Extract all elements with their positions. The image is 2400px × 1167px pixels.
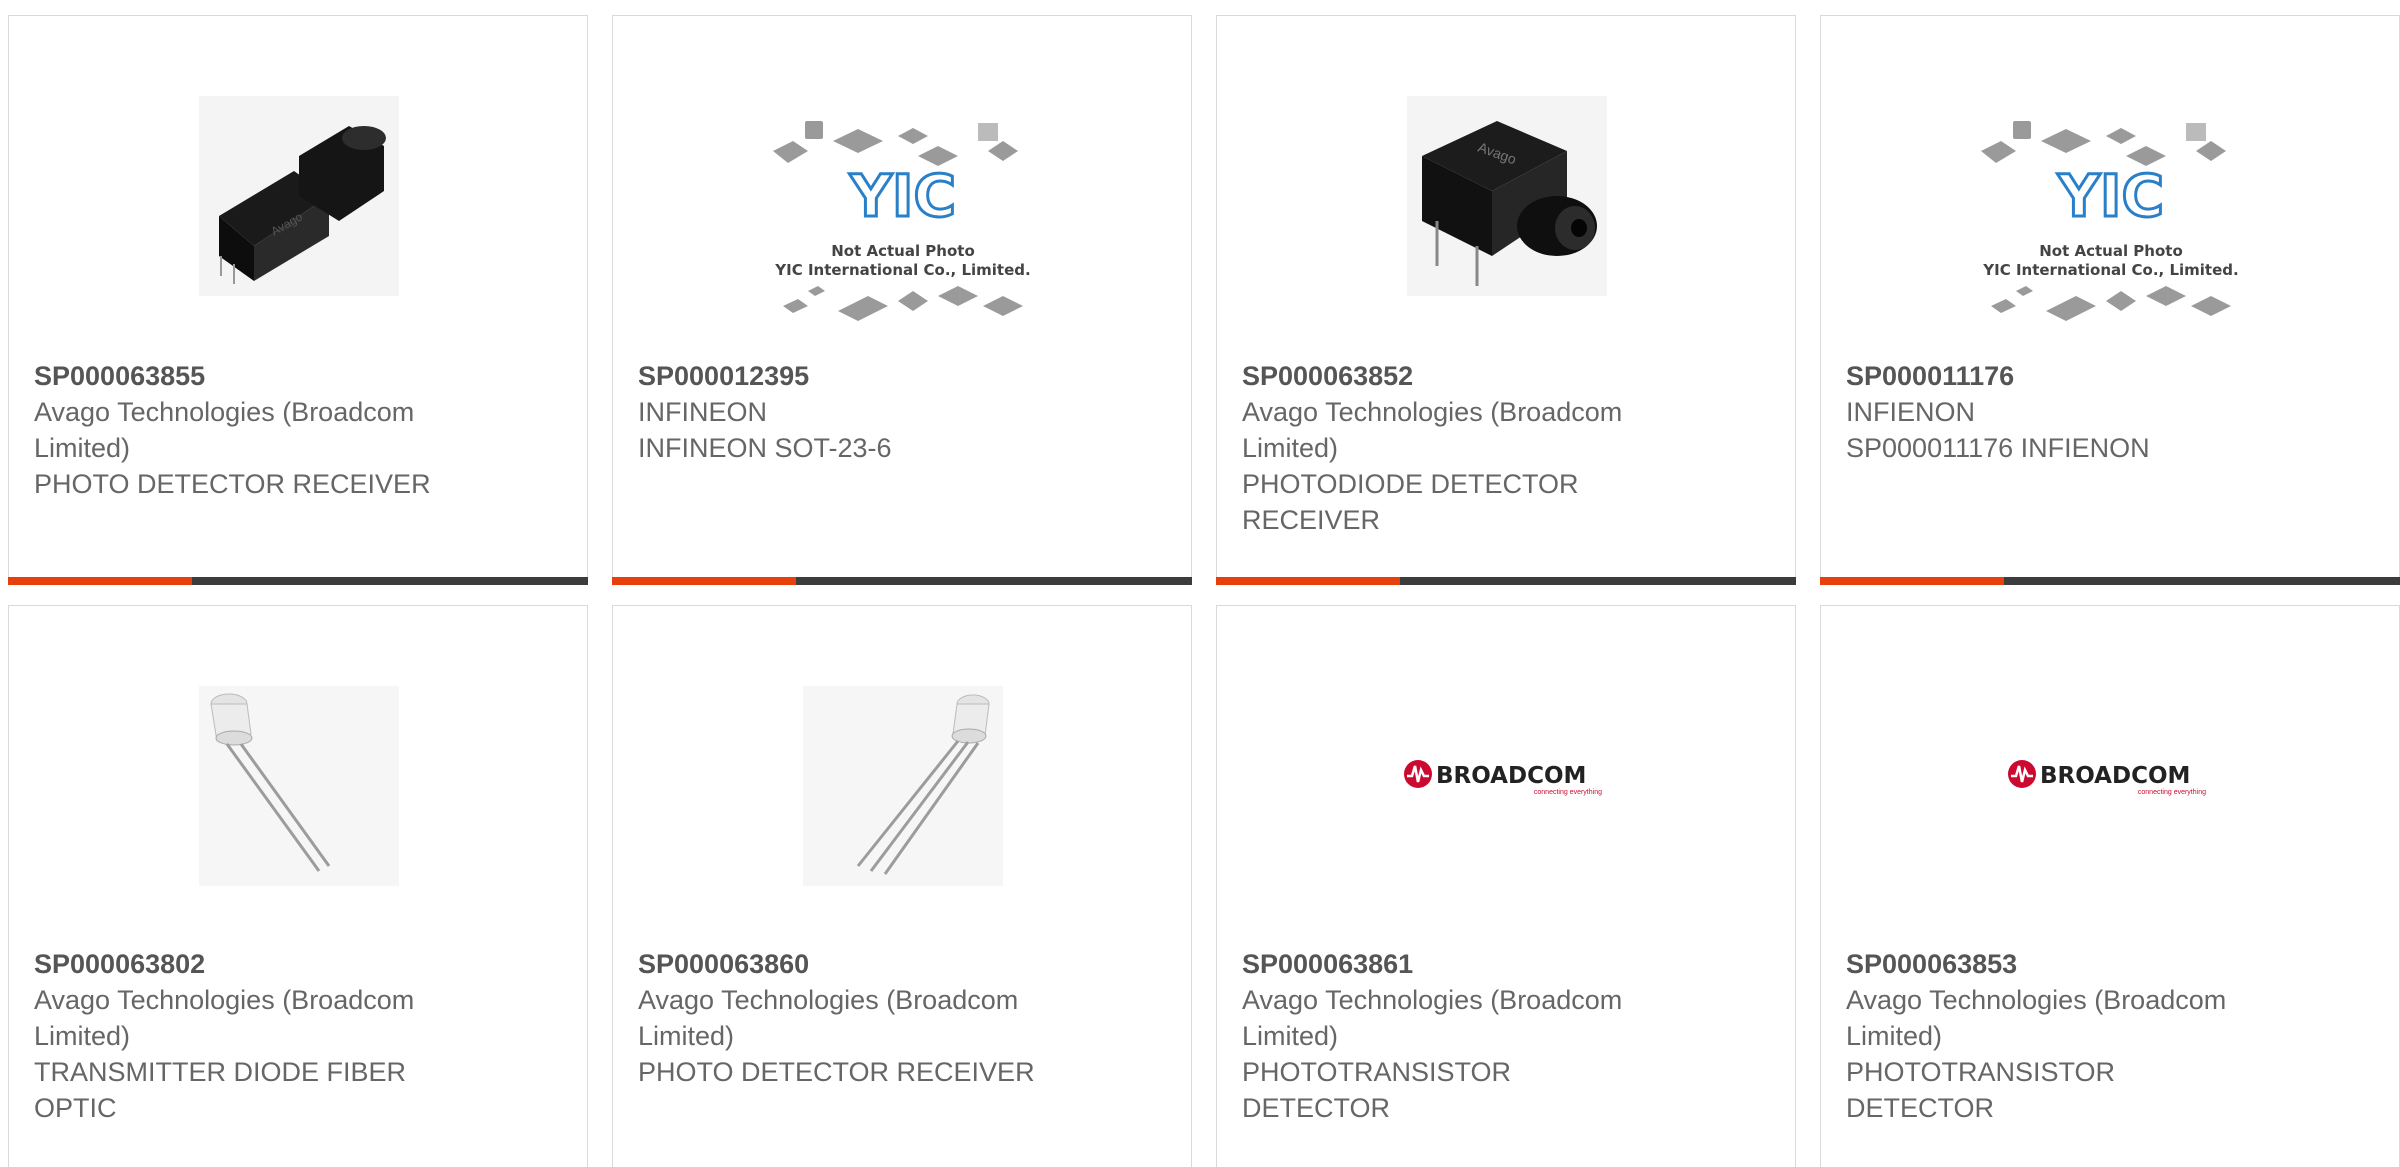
description: TRANSMITTER DIODE FIBER	[34, 1057, 407, 1087]
placeholder-line2: YIC International Co., Limited.	[774, 261, 1030, 279]
card-footer-accent	[612, 577, 796, 585]
black-receiver-photo-icon: Avago	[199, 96, 399, 296]
product-card[interactable]: Avago SP000063855 Avago Technologies (Br…	[8, 15, 588, 585]
manufacturer: Avago Technologies (Broadcom	[638, 985, 1019, 1015]
product-info: SP000063855 Avago Technologies (Broadcom…	[34, 358, 494, 502]
placeholder-line1: Not Actual Photo	[2039, 242, 2183, 260]
description: PHOTO DETECTOR RECEIVER	[638, 1057, 1035, 1087]
part-number[interactable]: SP000063853	[1846, 946, 2306, 982]
product-card[interactable]: SP000063860 Avago Technologies (Broadcom…	[612, 605, 1192, 1167]
product-info: SP000063852 Avago Technologies (Broadcom…	[1242, 358, 1702, 538]
yic-logo: YIC	[2057, 162, 2164, 230]
broadcom-logo-icon: BROADCOM connecting everything	[2008, 760, 2206, 796]
broadcom-name: BROADCOM	[1436, 763, 1586, 789]
product-image[interactable]	[189, 676, 409, 896]
yic-placeholder-icon: YIC Not Actual Photo YIC International C…	[773, 121, 1031, 321]
card-footer-bar	[8, 577, 588, 585]
manufacturer-cont: Limited)	[34, 433, 131, 463]
clear-led-photo-icon	[199, 686, 399, 886]
part-number[interactable]: SP000063852	[1242, 358, 1702, 394]
part-number[interactable]: SP000063855	[34, 358, 494, 394]
product-image[interactable]: Avago	[189, 86, 409, 306]
manufacturer-cont: Limited)	[1846, 1021, 1943, 1051]
description-cont: DETECTOR	[1242, 1093, 1391, 1123]
black-detector-photo-icon: Avago	[1407, 96, 1607, 296]
part-number[interactable]: SP000063860	[638, 946, 1098, 982]
product-info: SP000063853 Avago Technologies (Broadcom…	[1846, 946, 2306, 1126]
card-footer-bar	[1216, 577, 1796, 585]
product-info: SP000011176 INFIENON SP000011176 INFIENO…	[1846, 358, 2306, 466]
broadcom-tagline: connecting everything	[2138, 789, 2206, 796]
card-footer-bar	[1820, 577, 2400, 585]
product-image[interactable]: Avago	[1397, 86, 1617, 306]
product-card[interactable]: BROADCOM connecting everything SP0000638…	[1820, 605, 2400, 1167]
product-info: SP000063861 Avago Technologies (Broadcom…	[1242, 946, 1702, 1126]
placeholder-line1: Not Actual Photo	[831, 242, 975, 260]
product-card[interactable]: Avago SP000063852 Avago Technologies (Br…	[1216, 15, 1796, 585]
product-card[interactable]: YIC Not Actual Photo YIC International C…	[612, 15, 1192, 585]
product-image[interactable]: BROADCOM connecting everything	[1397, 746, 1617, 806]
description: SP000011176 INFIENON	[1846, 433, 2150, 463]
part-number[interactable]: SP000012395	[638, 358, 1098, 394]
yic-placeholder-icon: YIC Not Actual Photo YIC International C…	[1981, 121, 2239, 321]
manufacturer: Avago Technologies (Broadcom	[1242, 985, 1623, 1015]
yic-logo: YIC	[849, 162, 956, 230]
description-cont: RECEIVER	[1242, 505, 1381, 535]
card-footer-accent	[1216, 577, 1400, 585]
manufacturer: Avago Technologies (Broadcom	[34, 985, 415, 1015]
manufacturer: Avago Technologies (Broadcom	[1242, 397, 1623, 427]
manufacturer-cont: Limited)	[34, 1021, 131, 1051]
product-card[interactable]: BROADCOM connecting everything SP0000638…	[1216, 605, 1796, 1167]
placeholder-line2: YIC International Co., Limited.	[1982, 261, 2238, 279]
product-card[interactable]: SP000063802 Avago Technologies (Broadcom…	[8, 605, 588, 1167]
description: PHOTODIODE DETECTOR	[1242, 469, 1579, 499]
description-cont: DETECTOR	[1846, 1093, 1995, 1123]
broadcom-tagline: connecting everything	[1534, 789, 1602, 796]
description-cont: OPTIC	[34, 1093, 117, 1123]
description: PHOTOTRANSISTOR	[1846, 1057, 2116, 1087]
manufacturer-cont: Limited)	[638, 1021, 735, 1051]
product-image[interactable]: BROADCOM connecting everything	[2001, 746, 2221, 806]
product-card[interactable]: YIC Not Actual Photo YIC International C…	[1820, 15, 2400, 585]
card-footer-accent	[8, 577, 192, 585]
broadcom-logo-icon: BROADCOM connecting everything	[1404, 760, 1602, 796]
manufacturer-cont: Limited)	[1242, 1021, 1339, 1051]
description: INFINEON SOT-23-6	[638, 433, 892, 463]
part-number[interactable]: SP000063802	[34, 946, 494, 982]
description: PHOTOTRANSISTOR	[1242, 1057, 1512, 1087]
product-info: SP000012395 INFINEON INFINEON SOT-23-6	[638, 358, 1098, 466]
product-image[interactable]: YIC Not Actual Photo YIC International C…	[763, 101, 1043, 361]
product-image[interactable]: YIC Not Actual Photo YIC International C…	[1971, 101, 2251, 361]
description: PHOTO DETECTOR RECEIVER	[34, 469, 431, 499]
product-grid: Avago SP000063855 Avago Technologies (Br…	[0, 0, 2400, 1167]
card-footer-bar	[612, 577, 1192, 585]
product-info: SP000063802 Avago Technologies (Broadcom…	[34, 946, 494, 1126]
card-footer-accent	[1820, 577, 2004, 585]
product-info: SP000063860 Avago Technologies (Broadcom…	[638, 946, 1098, 1090]
part-number[interactable]: SP000063861	[1242, 946, 1702, 982]
manufacturer: Avago Technologies (Broadcom	[34, 397, 415, 427]
clear-led-photo-icon	[803, 686, 1003, 886]
manufacturer-cont: Limited)	[1242, 433, 1339, 463]
manufacturer: INFINEON	[638, 397, 768, 427]
manufacturer: INFIENON	[1846, 397, 1976, 427]
broadcom-name: BROADCOM	[2040, 763, 2190, 789]
product-image[interactable]	[793, 676, 1013, 896]
part-number[interactable]: SP000011176	[1846, 358, 2306, 394]
manufacturer: Avago Technologies (Broadcom	[1846, 985, 2227, 1015]
